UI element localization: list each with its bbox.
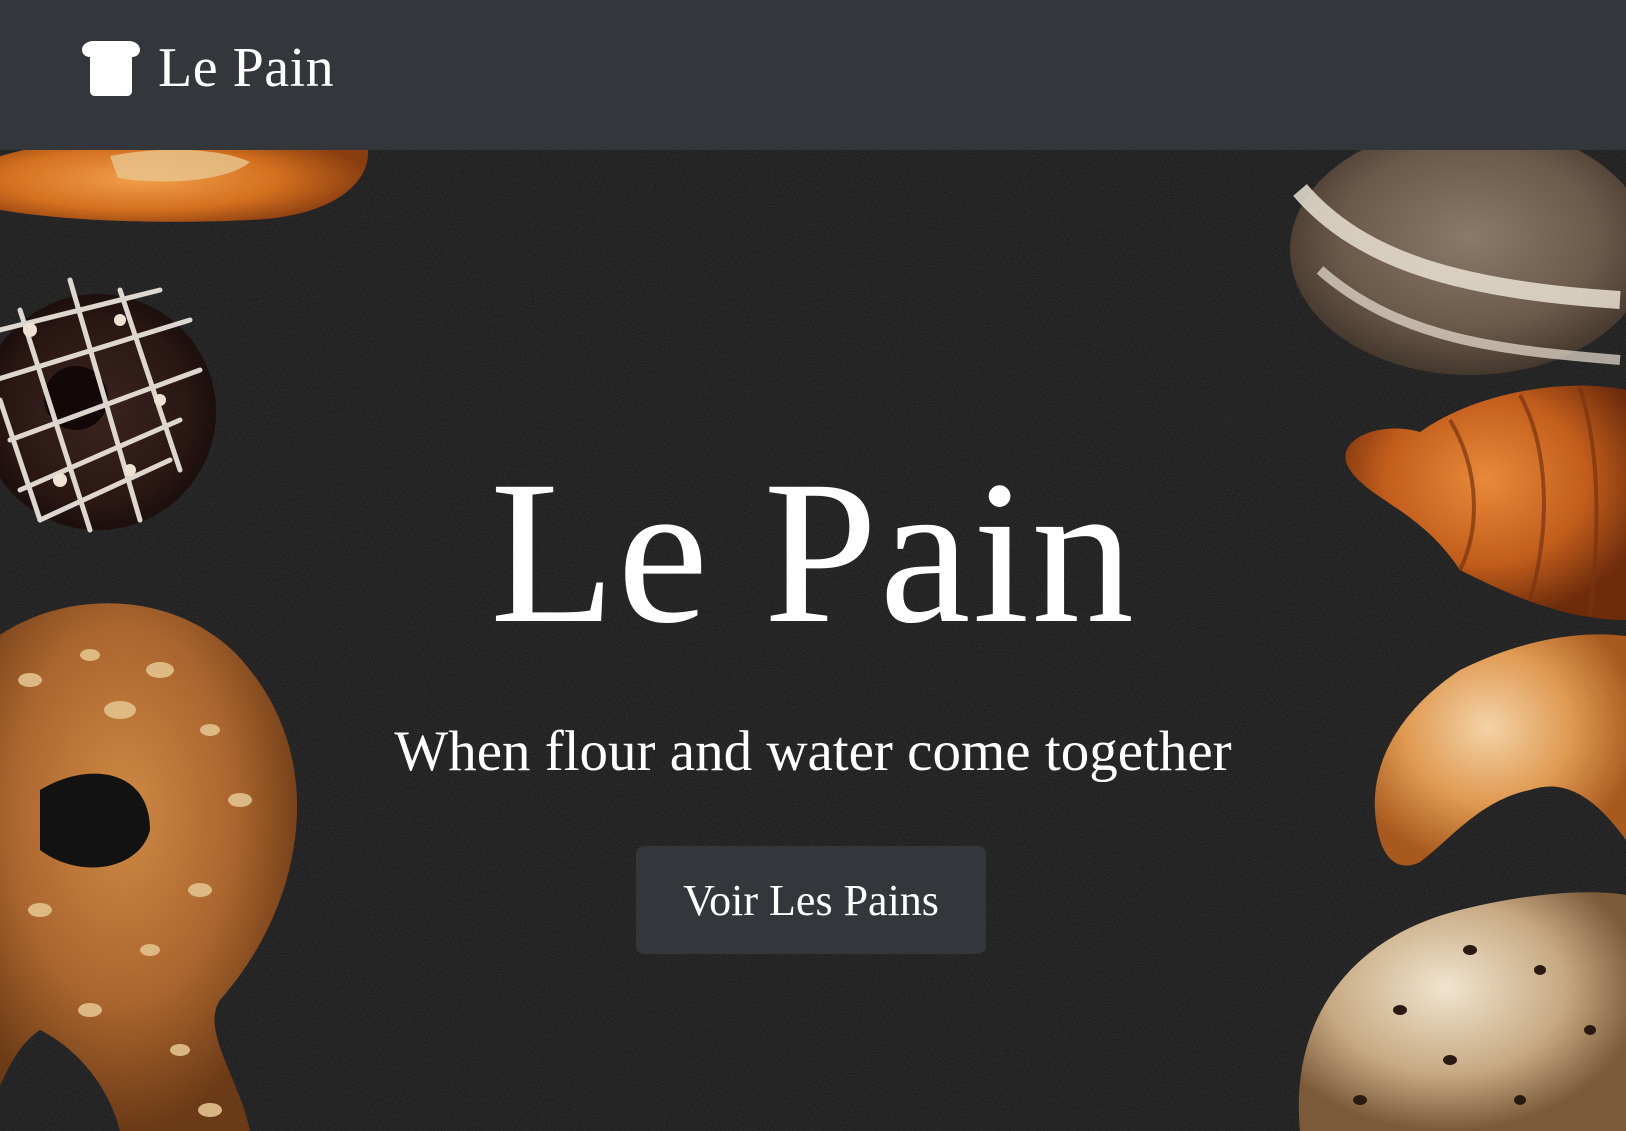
brand-name: Le Pain (158, 37, 335, 99)
bread-icon (82, 41, 140, 96)
hero-title: Le Pain (490, 439, 1136, 666)
hero-content: Le Pain When flour and water come togeth… (0, 150, 1626, 1131)
brand-link[interactable]: Le Pain (78, 39, 334, 97)
hero-section: Le Pain When flour and water come togeth… (0, 150, 1626, 1131)
page: Le Pain Le Pain When flour and water com… (0, 0, 1626, 1131)
hero-subtitle: When flour and water come together (394, 720, 1232, 783)
view-breads-button[interactable]: Voir Les Pains (636, 846, 986, 954)
navbar: Le Pain (0, 0, 1626, 150)
